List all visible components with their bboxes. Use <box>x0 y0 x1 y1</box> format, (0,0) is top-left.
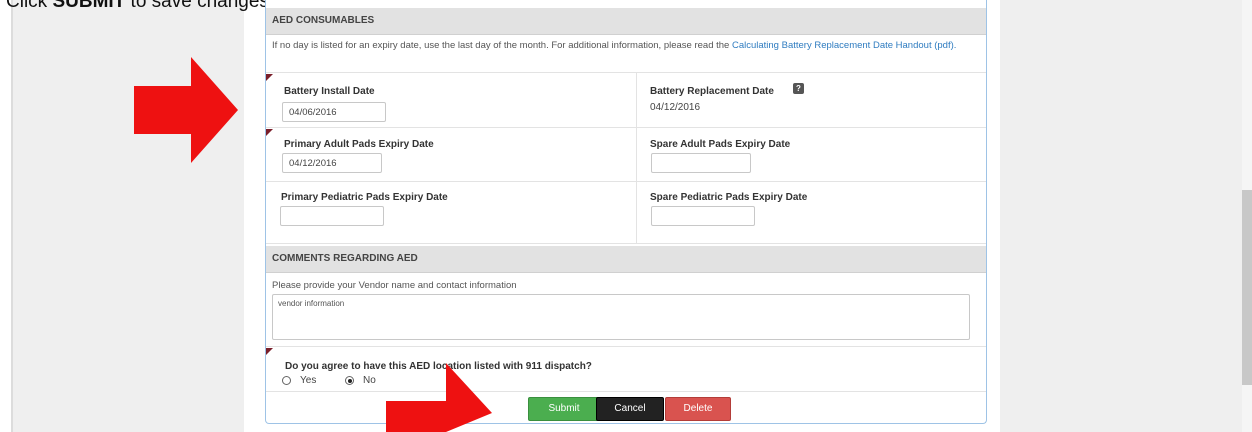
cancel-button[interactable]: Cancel <box>596 397 664 421</box>
column-divider <box>636 72 637 243</box>
required-marker <box>266 348 273 355</box>
consumables-header: AED CONSUMABLES <box>266 8 986 35</box>
vendor-info-textarea[interactable]: vendor information <box>272 294 970 340</box>
scrollbar-thumb[interactable] <box>1242 190 1252 385</box>
battery-replacement-label: Battery Replacement Date <box>650 86 774 97</box>
red-arrow-icon <box>134 57 238 163</box>
caption-suffix: to save changes <box>125 0 269 12</box>
primary-adult-pads-label: Primary Adult Pads Expiry Date <box>284 139 434 150</box>
note-text: If no day is listed for an expiry date, … <box>272 40 732 51</box>
spare-pediatric-pads-input[interactable] <box>651 206 755 226</box>
divider <box>266 72 986 73</box>
caption-prefix: Click <box>6 0 53 12</box>
required-marker <box>266 74 273 81</box>
help-icon[interactable]: ? <box>793 83 804 94</box>
dispatch-no-radio[interactable] <box>345 376 354 385</box>
comments-header: COMMENTS REGARDING AED <box>266 246 986 273</box>
primary-pediatric-pads-label: Primary Pediatric Pads Expiry Date <box>281 192 448 203</box>
divider <box>266 391 986 392</box>
red-arrow-icon <box>386 363 492 432</box>
spare-adult-pads-label: Spare Adult Pads Expiry Date <box>650 139 791 150</box>
dispatch-yes-radio[interactable] <box>282 376 291 385</box>
divider <box>266 181 986 182</box>
instruction-caption: Click SUBMIT to save changes <box>6 0 269 13</box>
right-gutter <box>1000 0 1252 432</box>
aed-form-panel: AED CONSUMABLES If no day is listed for … <box>265 0 987 424</box>
spare-pediatric-pads-label: Spare Pediatric Pads Expiry Date <box>650 192 808 203</box>
delete-button[interactable]: Delete <box>665 397 731 421</box>
battery-handout-link[interactable]: Calculating Battery Replacement Date Han… <box>732 40 956 51</box>
consumables-note: If no day is listed for an expiry date, … <box>272 38 972 53</box>
battery-install-input[interactable]: 04/06/2016 <box>282 102 386 122</box>
caption-bold: SUBMIT <box>52 0 126 12</box>
primary-adult-pads-input[interactable]: 04/12/2016 <box>282 153 382 173</box>
submit-button[interactable]: Submit <box>528 397 600 421</box>
divider <box>266 346 986 347</box>
vendor-prompt: Please provide your Vendor name and cont… <box>272 280 517 291</box>
battery-install-label: Battery Install Date <box>284 86 375 97</box>
required-marker <box>266 129 273 136</box>
dispatch-yes-label: Yes <box>300 375 317 386</box>
divider <box>266 243 986 244</box>
primary-pediatric-pads-input[interactable] <box>280 206 384 226</box>
battery-replacement-value: 04/12/2016 <box>650 102 701 113</box>
dispatch-no-label: No <box>363 375 376 386</box>
divider <box>266 127 986 128</box>
spare-adult-pads-input[interactable] <box>651 153 751 173</box>
